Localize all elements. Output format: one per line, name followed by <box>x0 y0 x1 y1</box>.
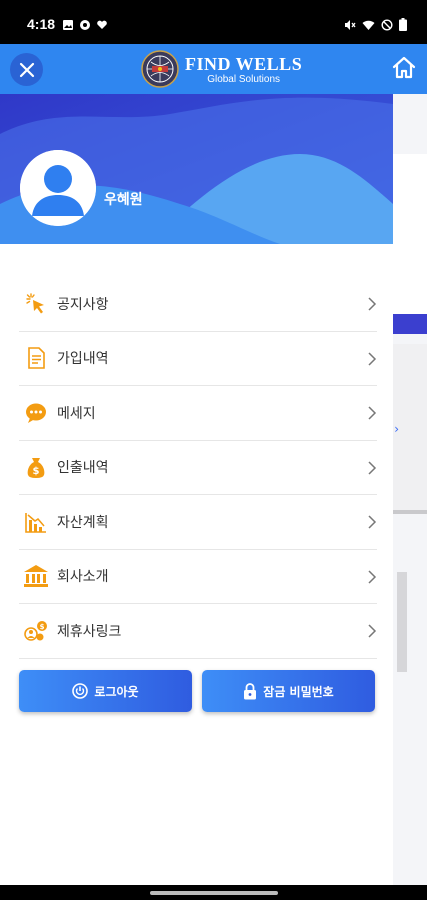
chevron-right-icon <box>368 460 377 475</box>
background-banner <box>387 154 427 334</box>
chrome-icon <box>80 20 90 30</box>
lock-icon <box>244 682 257 699</box>
home-icon[interactable] <box>391 55 417 81</box>
menu-label: 인출내역 <box>57 460 109 477</box>
close-icon <box>19 62 34 77</box>
menu-item-partner-links[interactable]: $ 제휴사링크 <box>19 604 377 659</box>
chevron-right-icon <box>368 406 377 420</box>
heart-icon <box>97 20 107 29</box>
svg-text:$: $ <box>33 466 40 477</box>
menu-label: 메세지 <box>57 405 96 422</box>
gesture-handle[interactable] <box>150 891 278 895</box>
user-name: 우혜원 <box>104 192 143 208</box>
chevron-right-icon <box>368 569 377 584</box>
logout-button[interactable]: 로그아웃 <box>19 670 192 712</box>
menu-item-subscriptions[interactable]: 가입내역 <box>19 332 377 386</box>
logout-label: 로그아웃 <box>94 684 139 699</box>
click-pointer-icon <box>23 291 49 317</box>
logo: FIND WELLS Global Solutions <box>141 50 302 88</box>
partner-coins-icon: $ <box>23 618 49 644</box>
menu-item-company[interactable]: 회사소개 <box>19 550 377 604</box>
wifi-icon <box>362 20 375 30</box>
document-icon <box>23 345 49 371</box>
menu-label: 가입내역 <box>57 351 109 368</box>
menu-label: 공지사항 <box>57 296 109 313</box>
menu-item-notice[interactable]: 공지사항 <box>19 277 377 332</box>
menu-label: 제휴사링크 <box>57 623 122 640</box>
menu-item-asset-plan[interactable]: 자산계획 <box>19 495 377 550</box>
background-divider <box>392 510 427 514</box>
lock-password-label: 잠금 비밀번호 <box>263 684 334 699</box>
power-icon <box>72 683 89 699</box>
chevron-right-icon <box>368 515 377 529</box>
gallery-icon <box>63 20 73 30</box>
background-scrollbar <box>397 572 407 672</box>
status-bar: 4:18 <box>0 0 427 44</box>
battery-icon <box>399 18 407 31</box>
logo-subtitle: Global Solutions <box>207 73 281 85</box>
close-button[interactable] <box>10 53 43 86</box>
menu-item-messages[interactable]: 메세지 <box>19 386 377 441</box>
user-silhouette-icon <box>20 150 96 226</box>
do-not-disturb-icon <box>381 18 393 31</box>
menu-label: 회사소개 <box>57 569 109 586</box>
menu-label: 자산계획 <box>57 514 109 531</box>
chevron-right-icon <box>368 624 377 638</box>
mute-icon <box>345 19 356 30</box>
side-drawer: 우혜원 공지사항 가입내역 메세지 $ 인출내역 자산계획 회사소개 $ 제휴사… <box>0 94 393 885</box>
chevron-right-icon <box>368 351 377 366</box>
logo-emblem-icon <box>141 50 179 88</box>
drawer-menu: 공지사항 가입내역 메세지 $ 인출내역 자산계획 회사소개 $ 제휴사링크 <box>19 277 377 659</box>
money-bag-icon: $ <box>23 454 49 480</box>
background-chevron-icon: › <box>394 422 399 436</box>
chat-bubble-icon <box>23 400 49 426</box>
bank-building-icon <box>23 563 49 589</box>
svg-text:$: $ <box>40 623 45 631</box>
status-time: 4:18 <box>27 16 56 32</box>
chevron-right-icon <box>368 297 377 311</box>
app-header: FIND WELLS Global Solutions <box>0 44 427 94</box>
system-navigation-bar <box>0 885 427 900</box>
lock-password-button[interactable]: 잠금 비밀번호 <box>202 670 375 712</box>
logo-title: FIND WELLS <box>185 53 303 74</box>
menu-item-withdrawals[interactable]: $ 인출내역 <box>19 441 377 495</box>
declining-chart-icon <box>23 509 49 535</box>
avatar[interactable] <box>20 150 96 226</box>
